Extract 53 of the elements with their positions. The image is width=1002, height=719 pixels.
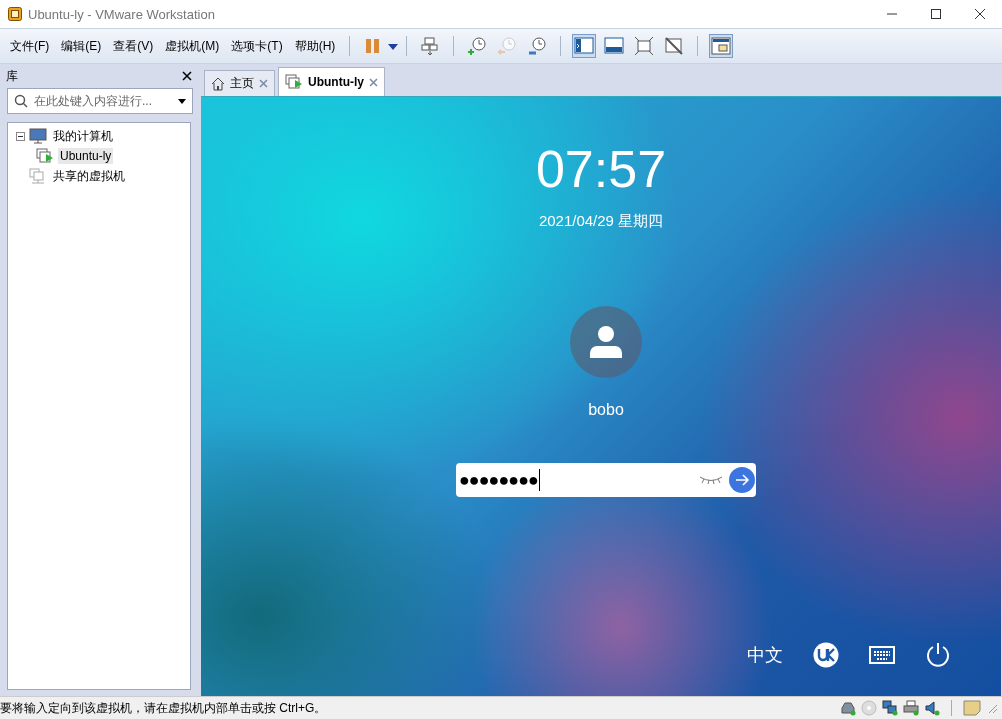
tree-item[interactable]: 共享的虚拟机 — [51, 166, 127, 186]
close-icon[interactable] — [182, 71, 192, 81]
user-name: bobo — [588, 401, 624, 419]
person-silhouette-icon — [588, 324, 624, 360]
window-view-icon — [710, 35, 733, 57]
menu-item[interactable]: 虚拟机(M) — [159, 37, 226, 55]
fullscreen-icon — [633, 35, 656, 57]
network-icon[interactable] — [882, 700, 898, 716]
search-field[interactable]: 在此处键入内容进行... — [7, 88, 193, 114]
resize-grip-icon — [986, 702, 998, 714]
collapse-toggle-icon[interactable] — [16, 131, 25, 141]
uk-circle-icon[interactable] — [813, 642, 839, 668]
menu-item[interactable]: 帮助(H) — [288, 37, 342, 55]
bottom-bar-panel-icon — [603, 35, 626, 57]
maximize-icon[interactable] — [930, 8, 942, 20]
search-icon — [14, 94, 28, 108]
dropdown-caret-icon[interactable] — [388, 44, 399, 50]
vm-icon — [285, 74, 303, 90]
arrow-right-icon — [734, 472, 750, 488]
clock-time: 07:57 — [535, 139, 667, 199]
status-message: 要将输入定向到该虚拟机，请在虚拟机内部单击或按 Ctrl+G。 — [0, 699, 328, 717]
shared-vm-icon — [29, 168, 47, 184]
window-title: Ubuntu-ly - VMware Workstation — [28, 6, 216, 22]
power-icon[interactable] — [925, 642, 951, 668]
toolbar-button[interactable] — [572, 34, 597, 58]
library-title: 库 — [6, 67, 18, 85]
clock-plus-icon — [466, 35, 489, 57]
sidebar-panel-icon — [573, 35, 596, 57]
date-text: 2021/04/29 星期四 — [538, 212, 664, 231]
login-button[interactable] — [729, 467, 755, 493]
keyboard-icon[interactable] — [869, 645, 895, 665]
vm-screen[interactable]: 07:57 2021/04/29 星期四 bobo ●●●●●●●● 中文 — [201, 96, 1001, 696]
toolbar-button[interactable] — [709, 34, 734, 58]
dropdown-caret-icon[interactable] — [178, 98, 186, 104]
tree-item[interactable]: Ubuntu-ly — [58, 148, 114, 164]
menu-item[interactable]: 查看(V) — [107, 37, 160, 55]
closed-eye-icon[interactable] — [699, 475, 723, 485]
speaker-icon[interactable] — [924, 700, 940, 716]
menu-item[interactable]: 文件(F) — [4, 37, 56, 55]
language-button[interactable]: 中文 — [747, 643, 783, 667]
tab[interactable]: Ubuntu-ly — [278, 67, 385, 96]
printer-icon[interactable] — [903, 700, 919, 716]
menu-item[interactable]: 选项卡(T) — [225, 37, 289, 55]
vm-icon — [36, 148, 54, 164]
clock-arrow-icon — [496, 35, 519, 57]
tab[interactable]: 主页 — [204, 70, 275, 96]
monitor-icon — [29, 128, 47, 144]
tree-item[interactable]: 我的计算机 — [51, 126, 115, 146]
password-field[interactable]: ●●●●●●●● — [456, 463, 756, 497]
close-icon[interactable] — [974, 8, 986, 20]
app-logo-icon — [8, 7, 22, 21]
home-icon — [211, 76, 225, 91]
menu-item[interactable]: 编辑(E) — [55, 37, 108, 55]
